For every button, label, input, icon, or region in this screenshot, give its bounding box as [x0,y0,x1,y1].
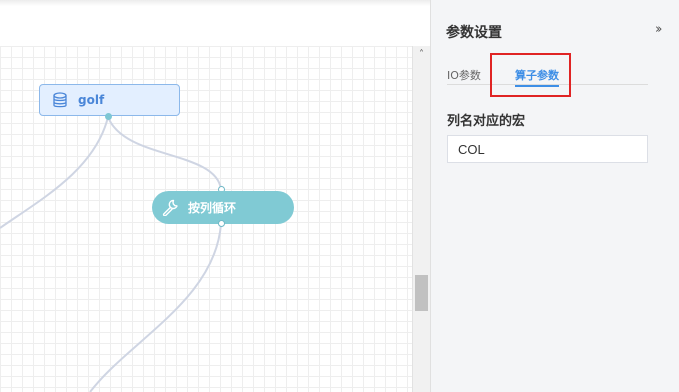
dataset-node-golf[interactable]: golf [39,84,180,116]
wrench-icon [162,199,180,217]
database-icon [52,91,70,109]
highlight-annotation [490,53,571,97]
workflow-canvas[interactable]: golf 按列循环 ˄ [0,0,430,392]
output-port[interactable] [218,220,225,227]
canvas-vertical-scrollbar[interactable]: ˄ [412,46,430,392]
tab-io-params[interactable]: IO参数 [447,67,481,83]
parameter-panel: 参数设置 ›› IO参数 算子参数 列名对应的宏 [430,0,679,392]
column-macro-label: 列名对应的宏 [447,114,526,129]
column-macro-input[interactable] [447,135,648,163]
double-chevron-right-icon[interactable]: ›› [655,22,663,37]
panel-title: 参数设置 [446,25,502,41]
canvas-toolbar [0,0,430,47]
operator-node-loop[interactable]: 按列循环 [152,191,294,224]
operator-node-label: 按列循环 [188,201,237,215]
scrollbar-thumb[interactable] [415,275,428,311]
dataset-node-label: golf [78,93,105,107]
output-port[interactable] [105,113,112,120]
scroll-up-icon[interactable]: ˄ [413,48,430,62]
